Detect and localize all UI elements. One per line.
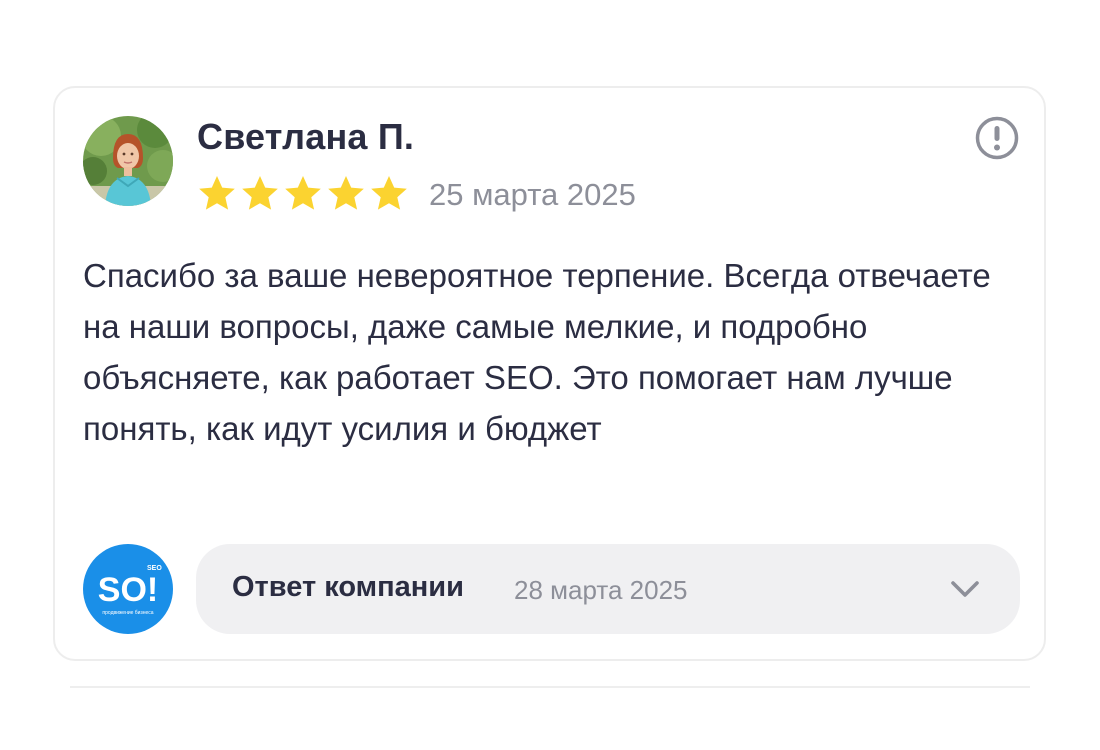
star-rating [197, 174, 409, 212]
star-icon [285, 176, 321, 210]
star-icon [199, 176, 235, 210]
chevron-down-icon[interactable] [948, 574, 982, 604]
exclamation-circle-icon[interactable] [974, 115, 1020, 161]
divider [70, 686, 1030, 688]
logo-tagline: продвижение бизнеса [102, 610, 153, 616]
response-date: 28 марта 2025 [514, 575, 688, 605]
star-icon [242, 176, 278, 210]
star-icon [371, 176, 407, 210]
review-text: Спасибо за ваше невероятное терпение. Вс… [83, 257, 991, 447]
star-icon [328, 176, 364, 210]
page: Светлана П. 25 марта 2025 Спасибо за ваш… [0, 0, 1100, 750]
avatar[interactable] [83, 116, 173, 206]
review-date: 25 марта 2025 [429, 177, 636, 212]
company-logo: SEO SO! продвижение бизнеса [83, 544, 173, 634]
logo-text: SO! [98, 571, 158, 609]
review-card: Светлана П. 25 марта 2025 Спасибо за ваш… [53, 86, 1046, 661]
company-response-toggle[interactable]: Ответ компании 28 марта 2025 [196, 544, 1020, 634]
response-title: Ответ компании [232, 571, 464, 603]
author-name[interactable]: Светлана П. [197, 116, 414, 158]
